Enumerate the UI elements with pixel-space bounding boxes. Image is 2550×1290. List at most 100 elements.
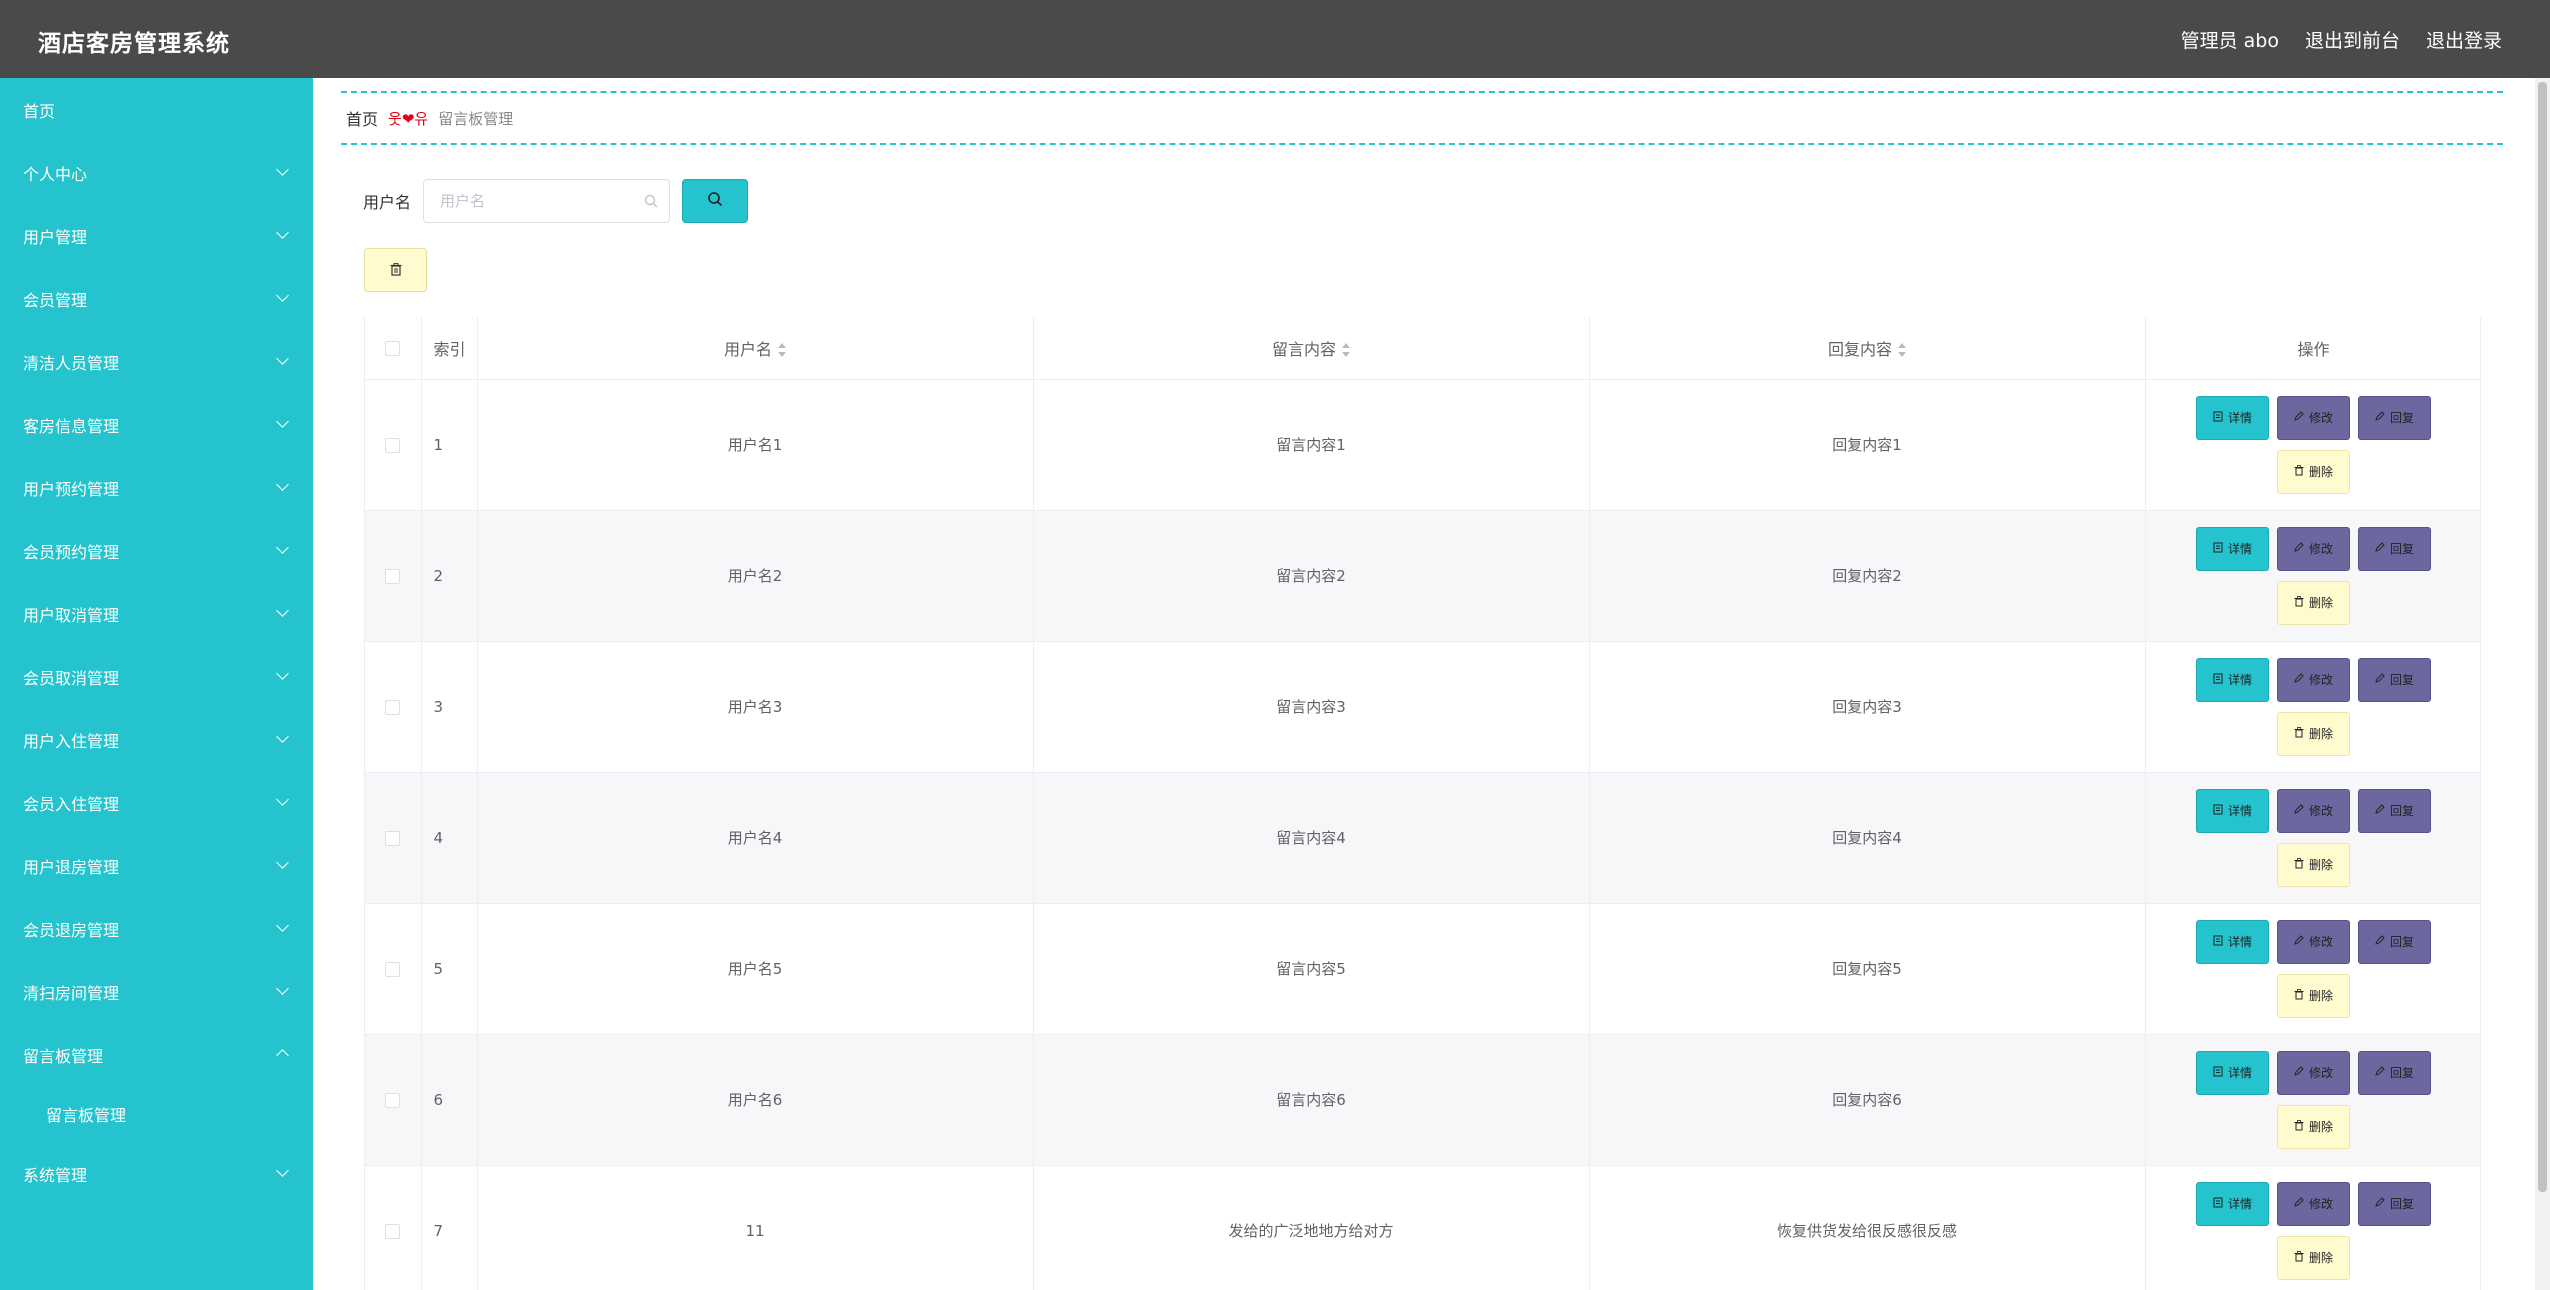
trash-icon [390, 261, 402, 280]
chevron-down-icon [276, 919, 289, 932]
sidebar-item[interactable]: 会员入住管理 [0, 771, 313, 834]
delete-button[interactable]: 删除 [2277, 711, 2350, 756]
sidebar-item[interactable]: 系统管理 [0, 1142, 313, 1205]
select-all-checkbox[interactable] [385, 341, 401, 357]
admin-user-label[interactable]: 管理员 abo [2181, 26, 2279, 53]
detail-button[interactable]: 详情 [2196, 1181, 2269, 1226]
batch-delete-button[interactable] [364, 248, 427, 292]
sort-icon[interactable] [1342, 343, 1350, 358]
row-index: 1 [421, 379, 478, 511]
document-icon [2213, 673, 2223, 687]
scrollbar-thumb[interactable] [2538, 82, 2547, 1192]
row-reply: 回复内容4 [1589, 772, 2146, 904]
exit-to-front-link[interactable]: 退出到前台 [2305, 26, 2400, 53]
chevron-up-icon [276, 1049, 289, 1062]
row-index: 4 [421, 772, 478, 904]
document-icon [2213, 935, 2223, 949]
reply-button[interactable]: 回复 [2358, 1181, 2431, 1226]
edit-button[interactable]: 修改 [2277, 657, 2350, 702]
delete-button[interactable]: 删除 [2277, 842, 2350, 887]
detail-button[interactable]: 详情 [2196, 395, 2269, 440]
edit-button[interactable]: 修改 [2277, 788, 2350, 833]
table-body: 1 用户名1 留言内容1 回复内容1 详情 修改 回复 删除 2 用户名2 留言内容2 回复内容2 详情… [365, 379, 2480, 1290]
delete-button[interactable]: 删除 [2277, 973, 2350, 1018]
sidebar-item[interactable]: 用户入住管理 [0, 708, 313, 771]
row-checkbox[interactable] [385, 699, 401, 715]
pencil-icon [2375, 935, 2385, 948]
page-scrollbar[interactable] [2535, 78, 2550, 1290]
sidebar-item[interactable]: 会员退房管理 [0, 897, 313, 960]
row-checkbox[interactable] [385, 568, 401, 584]
delete-button[interactable]: 删除 [2277, 449, 2350, 494]
sidebar-item[interactable]: 用户取消管理 [0, 582, 313, 645]
logout-link[interactable]: 退出登录 [2426, 26, 2502, 53]
username-search-input[interactable] [423, 179, 671, 223]
column-header-username[interactable]: 用户名 [477, 317, 1034, 380]
action-buttons: 详情 修改 回复 删除 [2184, 1181, 2444, 1280]
search-button[interactable] [682, 179, 749, 223]
detail-button[interactable]: 详情 [2196, 657, 2269, 702]
row-checkbox[interactable] [385, 437, 401, 453]
column-header-message[interactable]: 留言内容 [1033, 317, 1590, 380]
breadcrumb: 首页 웃❤유 留言板管理 [341, 91, 2503, 145]
delete-button[interactable]: 删除 [2277, 1235, 2350, 1280]
detail-button-label: 详情 [2227, 542, 2252, 556]
detail-button[interactable]: 详情 [2196, 1050, 2269, 1095]
trash-icon [2294, 1250, 2304, 1265]
table-row: 7 11 发给的广泛地地方给对方 恢复供货发给很反感很反感 详情 修改 回复 删除 [365, 1165, 2480, 1290]
reply-button[interactable]: 回复 [2358, 395, 2431, 440]
row-actions: 详情 修改 回复删除 [2145, 641, 2480, 773]
sidebar-item[interactable]: 用户管理 [0, 204, 313, 267]
edit-button[interactable]: 修改 [2277, 395, 2350, 440]
row-checkbox[interactable] [385, 1223, 401, 1239]
sidebar-item[interactable]: 客房信息管理 [0, 393, 313, 456]
sidebar-item-label: 个人中心 [23, 164, 88, 184]
reply-button[interactable]: 回复 [2358, 919, 2431, 964]
sidebar-item[interactable]: 用户预约管理 [0, 456, 313, 519]
delete-button[interactable]: 删除 [2277, 580, 2350, 625]
delete-button-label: 删除 [2308, 1120, 2333, 1134]
sidebar-item[interactable]: 用户退房管理 [0, 834, 313, 897]
chevron-down-icon [276, 604, 289, 617]
search-label: 用户名 [363, 193, 412, 212]
edit-button-label: 修改 [2308, 935, 2333, 949]
reply-button[interactable]: 回复 [2358, 657, 2431, 702]
edit-button[interactable]: 修改 [2277, 919, 2350, 964]
sidebar-subitem-label: 留言板管理 [46, 1106, 127, 1125]
pencil-icon [2375, 1197, 2385, 1210]
breadcrumb-home[interactable]: 首页 [346, 106, 378, 130]
row-checkbox[interactable] [385, 1092, 401, 1108]
sidebar-item[interactable]: 个人中心 [0, 141, 313, 204]
sidebar-item[interactable]: 会员管理 [0, 267, 313, 330]
sidebar-item[interactable]: 清扫房间管理 [0, 960, 313, 1023]
edit-button[interactable]: 修改 [2277, 1181, 2350, 1226]
sidebar-item[interactable]: 会员取消管理 [0, 645, 313, 708]
sidebar-item-label: 清扫房间管理 [23, 983, 120, 1003]
row-select-cell [365, 903, 422, 1035]
column-header-reply[interactable]: 回复内容 [1589, 317, 2146, 380]
reply-button-label: 回复 [2389, 673, 2414, 687]
detail-button[interactable]: 详情 [2196, 919, 2269, 964]
delete-button[interactable]: 删除 [2277, 1104, 2350, 1149]
detail-button[interactable]: 详情 [2196, 788, 2269, 833]
action-buttons: 详情 修改 回复 删除 [2184, 395, 2444, 494]
edit-button[interactable]: 修改 [2277, 1050, 2350, 1095]
sidebar-item[interactable]: 留言板管理 [0, 1023, 313, 1086]
reply-button[interactable]: 回复 [2358, 1050, 2431, 1095]
edit-button[interactable]: 修改 [2277, 526, 2350, 571]
action-buttons: 详情 修改 回复删除 [2184, 1050, 2444, 1149]
sort-icon[interactable] [1898, 343, 1906, 358]
sidebar-item[interactable]: 首页 [0, 78, 313, 141]
sidebar-item[interactable]: 会员预约管理 [0, 519, 313, 582]
sidebar-item[interactable]: 清洁人员管理 [0, 330, 313, 393]
sidebar-subitem[interactable]: 留言板管理 [0, 1086, 313, 1142]
table-header-row: 索引 用户名 留言内容 回复内容 操作 [365, 317, 2480, 380]
row-checkbox[interactable] [385, 961, 401, 977]
pencil-icon [2375, 411, 2385, 424]
reply-button[interactable]: 回复 [2358, 526, 2431, 571]
reply-button[interactable]: 回复 [2358, 788, 2431, 833]
row-checkbox[interactable] [385, 830, 401, 846]
row-username: 用户名3 [477, 641, 1034, 773]
detail-button[interactable]: 详情 [2196, 526, 2269, 571]
sort-icon[interactable] [778, 343, 786, 358]
